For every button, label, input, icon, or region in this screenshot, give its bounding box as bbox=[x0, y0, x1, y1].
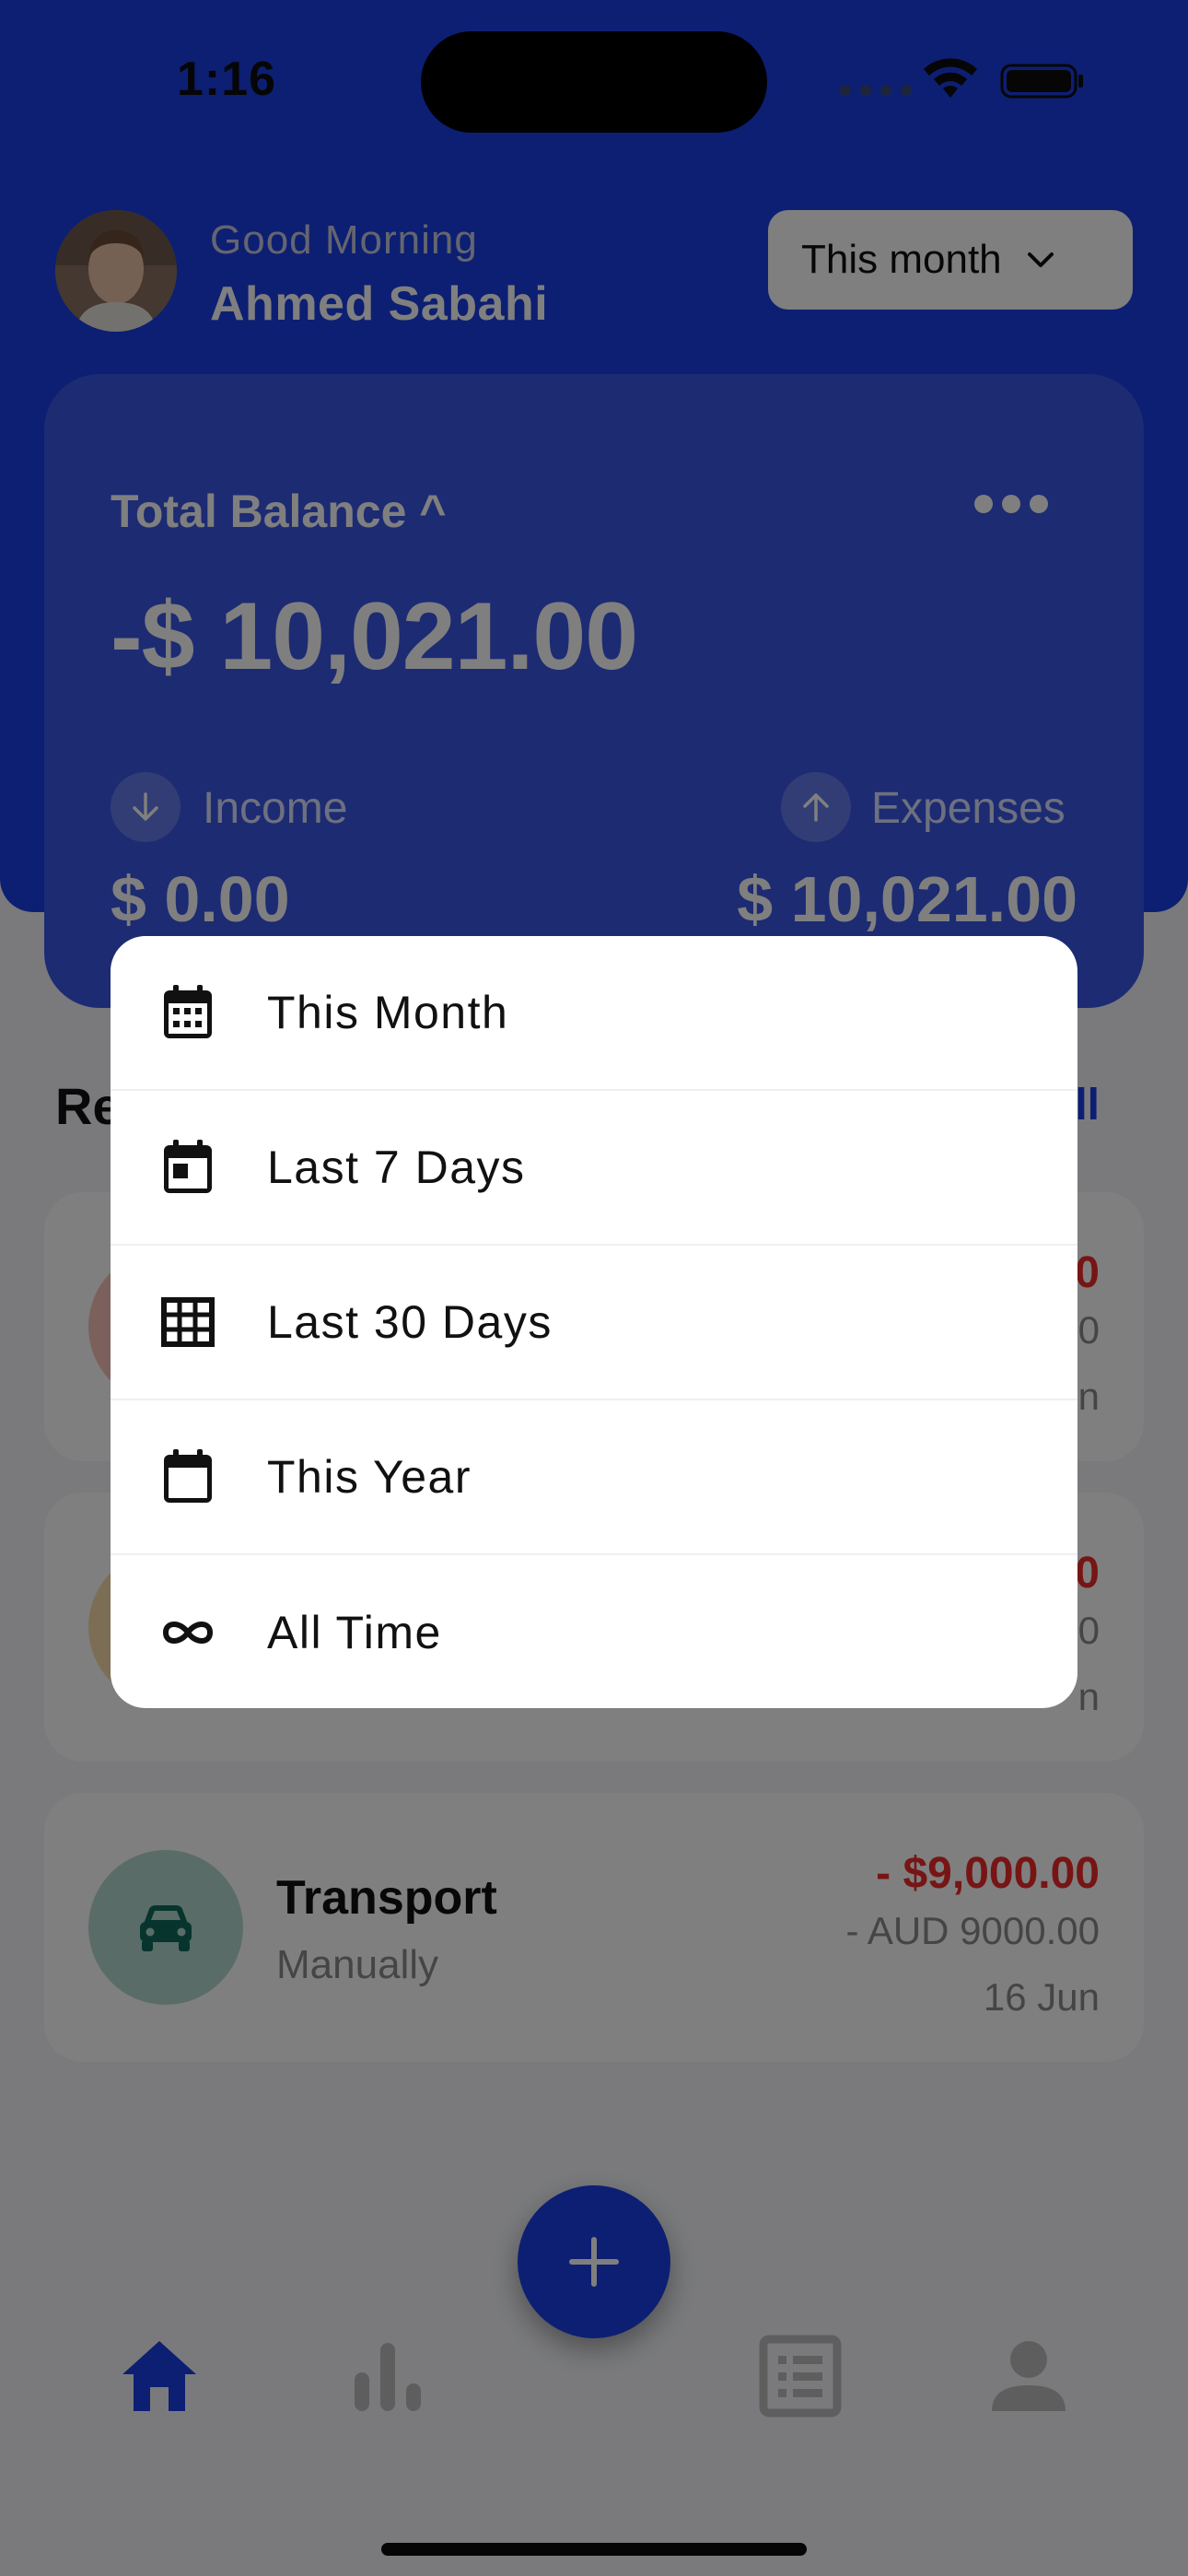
menu-item-label: Last 30 Days bbox=[267, 1296, 553, 1348]
calendar-year-icon bbox=[155, 1444, 221, 1510]
menu-item-label: This Month bbox=[267, 987, 509, 1038]
period-menu: This Month Last 7 Days Last 30 Days This… bbox=[111, 936, 1077, 1708]
infinity-icon bbox=[155, 1599, 221, 1666]
menu-item-last-7-days[interactable]: Last 7 Days bbox=[111, 1091, 1077, 1246]
menu-item-this-month[interactable]: This Month bbox=[111, 936, 1077, 1091]
menu-item-label: All Time bbox=[267, 1607, 442, 1658]
calendar-week-icon bbox=[155, 1134, 221, 1200]
menu-item-label: This Year bbox=[267, 1451, 472, 1503]
grid-icon bbox=[155, 1289, 221, 1355]
menu-item-this-year[interactable]: This Year bbox=[111, 1400, 1077, 1555]
menu-item-all-time[interactable]: All Time bbox=[111, 1555, 1077, 1708]
menu-item-last-30-days[interactable]: Last 30 Days bbox=[111, 1246, 1077, 1400]
menu-item-label: Last 7 Days bbox=[267, 1142, 526, 1193]
calendar-month-icon bbox=[155, 979, 221, 1046]
